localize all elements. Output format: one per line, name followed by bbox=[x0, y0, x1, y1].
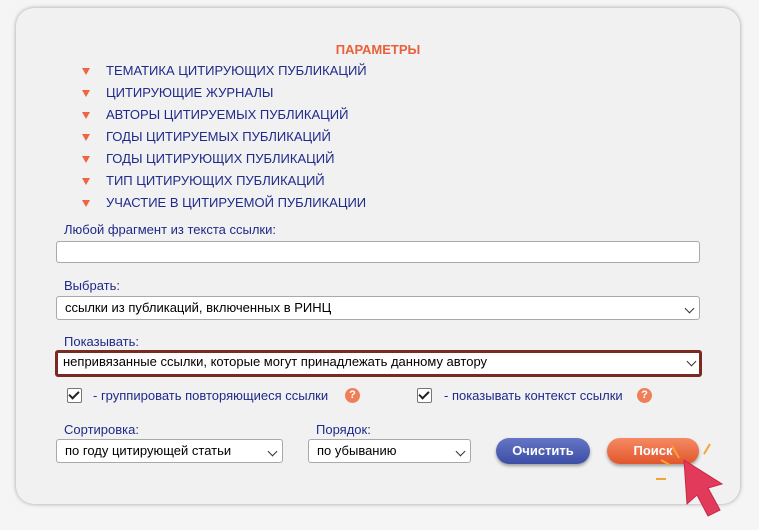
sort-label: Сортировка: bbox=[64, 422, 139, 437]
order-select[interactable]: по убыванию bbox=[308, 439, 471, 463]
menu-item-cited-authors[interactable]: АВТОРЫ ЦИТИРУЕМЫХ ПУБЛИКАЦИЙ bbox=[82, 104, 367, 126]
chevron-down-icon bbox=[686, 356, 697, 367]
menu-item-label: УЧАСТИЕ В ЦИТИРУЕМОЙ ПУБЛИКАЦИИ bbox=[106, 195, 367, 210]
triangle-down-icon bbox=[82, 68, 90, 75]
choose-label: Выбрать: bbox=[64, 278, 120, 293]
sort-select-value: по году цитирующей статьи bbox=[65, 443, 232, 458]
fragment-input[interactable] bbox=[56, 241, 700, 263]
menu-item-label: ЦИТИРУЮЩИЕ ЖУРНАЛЫ bbox=[106, 85, 274, 100]
menu-item-label: ГОДЫ ЦИТИРУЕМЫХ ПУБЛИКАЦИЙ bbox=[106, 129, 331, 144]
menu-item-citing-topics[interactable]: ТЕМАТИКА ЦИТИРУЮЩИХ ПУБЛИКАЦИЙ bbox=[82, 60, 367, 82]
menu-item-citing-years[interactable]: ГОДЫ ЦИТИРУЮЩИХ ПУБЛИКАЦИЙ bbox=[82, 148, 367, 170]
menu-item-label: ГОДЫ ЦИТИРУЮЩИХ ПУБЛИКАЦИЙ bbox=[106, 151, 335, 166]
menu-item-label: ТЕМАТИКА ЦИТИРУЮЩИХ ПУБЛИКАЦИЙ bbox=[106, 63, 367, 78]
chevron-down-icon bbox=[267, 446, 278, 457]
panel-title: ПАРАМЕТРЫ bbox=[335, 42, 421, 57]
show-select[interactable]: непривязанные ссылки, которые могут прин… bbox=[55, 350, 702, 377]
show-context-label: - показывать контекст ссылки bbox=[444, 388, 623, 403]
menu-item-label: ТИП ЦИТИРУЮЩИХ ПУБЛИКАЦИЙ bbox=[106, 173, 325, 188]
order-select-value: по убыванию bbox=[317, 443, 397, 458]
menu-item-label: АВТОРЫ ЦИТИРУЕМЫХ ПУБЛИКАЦИЙ bbox=[106, 107, 349, 122]
group-duplicates-label: - группировать повторяющиеся ссылки bbox=[93, 388, 329, 403]
menu-item-participation[interactable]: УЧАСТИЕ В ЦИТИРУЕМОЙ ПУБЛИКАЦИИ bbox=[82, 192, 367, 214]
clear-button[interactable]: Очистить bbox=[496, 438, 590, 464]
menu-item-cited-years[interactable]: ГОДЫ ЦИТИРУЕМЫХ ПУБЛИКАЦИЙ bbox=[82, 126, 367, 148]
triangle-down-icon bbox=[82, 112, 90, 119]
triangle-down-icon bbox=[82, 178, 90, 185]
show-label: Показывать: bbox=[64, 334, 139, 349]
order-label: Порядок: bbox=[316, 422, 371, 437]
menu-item-citing-journals[interactable]: ЦИТИРУЮЩИЕ ЖУРНАЛЫ bbox=[82, 82, 367, 104]
menu-item-citing-type[interactable]: ТИП ЦИТИРУЮЩИХ ПУБЛИКАЦИЙ bbox=[82, 170, 367, 192]
show-context-checkbox[interactable] bbox=[417, 388, 432, 403]
help-icon[interactable]: ? bbox=[345, 388, 360, 403]
show-select-value: непривязанные ссылки, которые могут прин… bbox=[63, 354, 488, 369]
group-duplicates-checkbox[interactable] bbox=[67, 388, 82, 403]
chevron-down-icon bbox=[684, 303, 695, 314]
fragment-label: Любой фрагмент из текста ссылки: bbox=[64, 222, 276, 237]
choose-select[interactable]: ссылки из публикаций, включенных в РИНЦ bbox=[56, 296, 700, 320]
parameters-panel: ПАРАМЕТРЫ ТЕМАТИКА ЦИТИРУЮЩИХ ПУБЛИКАЦИЙ… bbox=[16, 8, 740, 504]
triangle-down-icon bbox=[82, 200, 90, 207]
parameter-menu: ТЕМАТИКА ЦИТИРУЮЩИХ ПУБЛИКАЦИЙ ЦИТИРУЮЩИ… bbox=[82, 60, 367, 214]
sort-select[interactable]: по году цитирующей статьи bbox=[56, 439, 283, 463]
chevron-down-icon bbox=[455, 446, 466, 457]
triangle-down-icon bbox=[82, 134, 90, 141]
choose-select-value: ссылки из публикаций, включенных в РИНЦ bbox=[65, 300, 332, 315]
triangle-down-icon bbox=[82, 90, 90, 97]
triangle-down-icon bbox=[82, 156, 90, 163]
pointer-cursor-icon bbox=[656, 443, 724, 517]
help-icon[interactable]: ? bbox=[637, 388, 652, 403]
